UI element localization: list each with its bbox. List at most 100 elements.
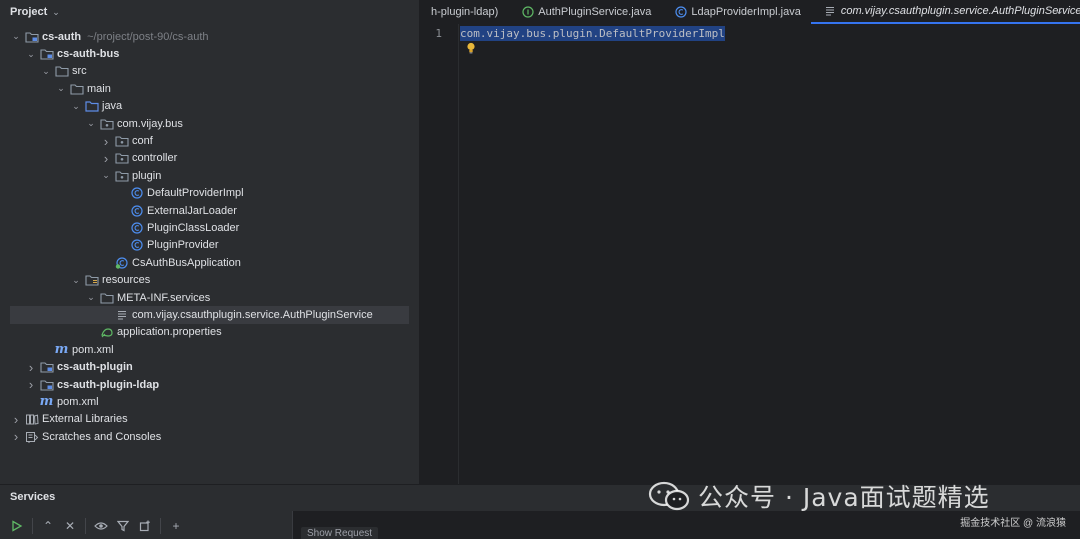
tree-node-label: ExternalJarLoader [147,204,237,217]
module-folder-icon [39,379,54,391]
tree-node-label: External Libraries [42,413,128,426]
lightbulb-icon[interactable] [466,42,476,54]
tree-node-controller[interactable]: › controller [0,150,419,167]
class-icon [129,239,144,251]
tree-node-label: CsAuthBusApplication [132,256,241,269]
show-request-button[interactable]: Show Request [301,527,379,539]
tree-node-pluginclassloader[interactable]: PluginClassLoader [0,219,419,236]
maven-icon: m [39,393,54,409]
chevron-right-icon[interactable]: › [25,377,37,392]
tree-node-pom-xml[interactable]: m pom.xml [0,393,419,410]
tree-node-cs-auth-plugin[interactable]: › cs-auth-plugin [0,358,419,375]
chevron-right-icon[interactable]: › [10,412,22,427]
tree-node-pom-xml[interactable]: m pom.xml [0,341,419,358]
watermark: 公众号 · Java面试题精选 [648,478,990,514]
tree-node-cs-auth[interactable]: ⌄ cs-auth ~/project/post-90/cs-auth [0,28,419,45]
resources-folder-icon [84,274,99,286]
project-tool-window: Project ⌄ ⌄ cs-auth ~/project/post-90/cs-a… [0,0,420,484]
tree-node-conf[interactable]: › conf [0,132,419,149]
tree-node-label: META-INF.services [117,291,211,304]
chevron-right-icon[interactable]: › [100,134,112,149]
tree-node-external-libraries[interactable]: › External Libraries [0,411,419,428]
chevron-right-icon[interactable]: › [10,429,22,444]
package-icon [114,135,129,147]
editor-tabs: h-plugin-ldap) AuthPluginService.java Ldap… [421,0,1080,24]
chevron-down-icon[interactable]: ⌄ [100,170,112,181]
tree-node-label: plugin [132,169,162,182]
tree-node-meta-inf-services[interactable]: ⌄ META-INF.services [0,289,419,306]
tree-node-pluginprovider[interactable]: PluginProvider [0,237,419,254]
chevron-right-icon[interactable]: › [100,151,112,166]
folder-icon [99,292,114,304]
tree-node-defaultproviderimpl[interactable]: DefaultProviderImpl [0,185,419,202]
add-icon[interactable]: + [165,515,187,537]
tree-node-label: cs-auth-bus [57,48,120,61]
tree-node-application-properties[interactable]: application.properties [0,324,419,341]
tree-node-main[interactable]: ⌄ main [0,80,419,97]
maven-icon: m [54,341,69,357]
tree-node-label: Scratches and Consoles [42,430,162,443]
chevron-down-icon[interactable]: ⌄ [40,66,52,77]
scratches-icon [24,431,39,443]
editor-tab-active[interactable]: com.vijay.csauthplugin.service.AuthPlugi… [810,0,1080,24]
tree-node-resources[interactable]: ⌄ resources [0,271,419,288]
editor-tab[interactable]: h-plugin-ldap) [421,0,508,24]
properties-icon [99,326,114,338]
text-file-icon [114,309,129,321]
tree-node-label: pom.xml [57,395,99,408]
wechat-logo-icon [648,481,690,511]
editor-tab[interactable]: LdapProviderImpl.java [661,0,810,24]
chevron-down-icon[interactable]: ⌄ [55,83,67,94]
editor-gutter: 1 [421,24,459,484]
class-icon [673,6,688,18]
tree-node-externaljarloader[interactable]: ExternalJarLoader [0,202,419,219]
tree-node-cs-auth-plugin-ldap[interactable]: › cs-auth-plugin-ldap [0,376,419,393]
eye-icon[interactable] [90,515,112,537]
tree-node-scratches-and-consoles[interactable]: › Scratches and Consoles [0,428,419,445]
tree-node-label: controller [132,152,178,165]
project-tree: ⌄ cs-auth ~/project/post-90/cs-auth ⌄ cs-aut… [0,28,419,445]
tree-node-java[interactable]: ⌄ java [0,98,419,115]
chevron-down-icon[interactable]: ⌄ [70,275,82,286]
code-line-selected[interactable]: com.vijay.bus.plugin.DefaultProviderImpl [460,26,725,41]
module-folder-icon [24,31,39,43]
tree-node-path: ~/project/post-90/cs-auth [87,30,209,43]
tree-node-label: conf [132,135,153,148]
chevron-right-icon[interactable]: › [25,360,37,375]
chevron-down-icon[interactable]: ⌄ [25,49,37,60]
new-tab-icon[interactable] [134,515,156,537]
editor-tab-label: AuthPluginService.java [538,6,652,18]
editor-tab[interactable]: AuthPluginService.java [508,0,661,24]
chevron-down-icon[interactable]: ⌄ [1055,4,1064,17]
tree-node-com-vijay-csauthplugin-service-authpluginservice[interactable]: com.vijay.csauthplugin.service.AuthPlugi… [10,306,409,324]
run-icon[interactable] [6,515,28,537]
tree-node-label: main [87,82,111,95]
chevron-down-icon[interactable]: ⌄ [85,292,97,303]
chevron-down-icon[interactable]: ⌄ [70,101,82,112]
tree-node-label: cs-auth-plugin [57,361,133,374]
editor-tab-label: h-plugin-ldap) [431,6,499,18]
chevron-down-icon[interactable]: ⌄ [85,118,97,129]
tree-node-csauthbusapplication[interactable]: CsAuthBusApplication [0,254,419,271]
folder-icon [54,65,69,78]
tree-node-label: com.vijay.csauthplugin.service.AuthPlugi… [132,308,373,321]
filter-icon[interactable] [112,515,134,537]
tree-node-label: pom.xml [72,343,114,356]
watermark-subtext: 掘金技术社区 @ 流浪猿 [960,518,1066,529]
package-icon [99,118,114,130]
tree-node-com-vijay-bus[interactable]: ⌄ com.vijay.bus [0,115,419,132]
tree-node-src[interactable]: ⌄ src [0,63,419,80]
editor-tab-label: LdapProviderImpl.java [691,6,801,18]
collapse-all-icon[interactable]: ✕ [59,515,81,537]
source-folder-icon [84,100,99,112]
folder-icon [69,83,84,95]
expand-all-icon[interactable]: ⌃ [37,515,59,537]
tree-node-cs-auth-bus[interactable]: ⌄ cs-auth-bus [0,45,419,62]
chevron-down-icon[interactable]: ⌄ [52,7,60,18]
tree-node-label: PluginProvider [147,239,219,252]
project-panel-header[interactable]: Project ⌄ [0,0,419,24]
chevron-down-icon[interactable]: ⌄ [10,31,22,42]
tree-node-label: cs-auth [42,30,82,43]
code-content[interactable]: com.vijay.bus.plugin.DefaultProviderImpl [460,26,725,41]
tree-node-plugin[interactable]: ⌄ plugin [0,167,419,184]
